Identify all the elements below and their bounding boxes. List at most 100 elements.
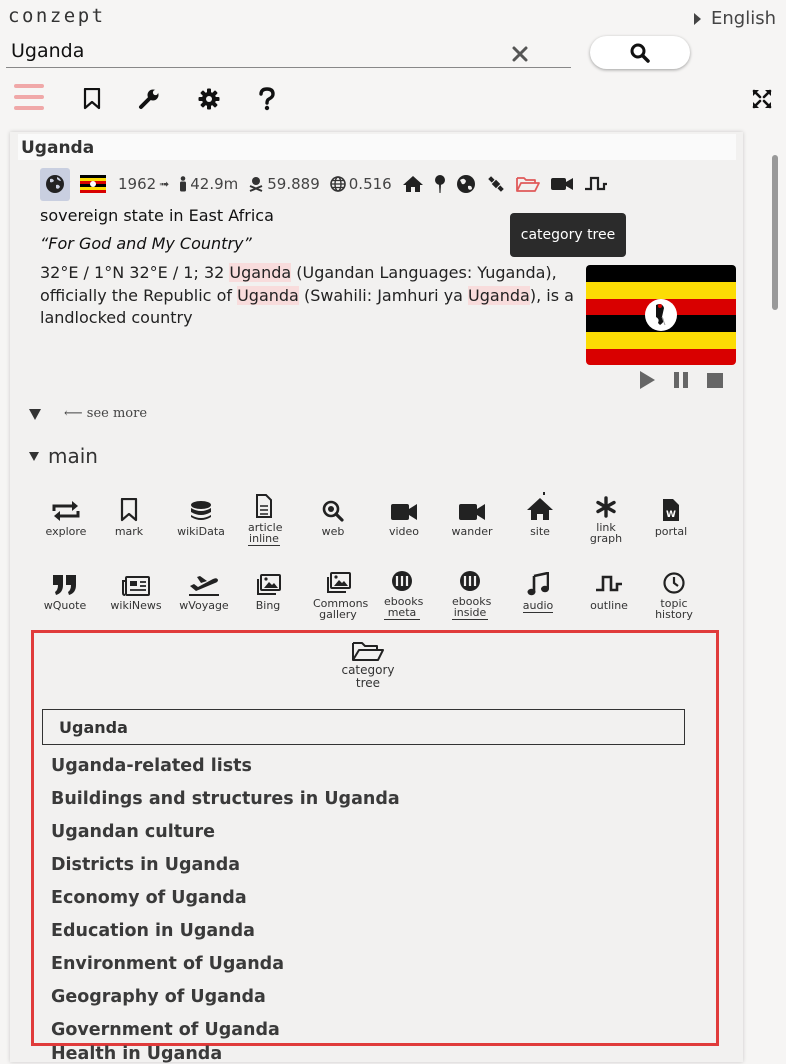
images-icon: [327, 572, 351, 593]
play-icon[interactable]: [638, 370, 656, 390]
arrow-right-icon: ➟: [159, 177, 170, 191]
archive-icon: [392, 571, 412, 591]
help-icon: [259, 87, 275, 111]
quote-icon: [53, 575, 76, 595]
asterisk-icon: [596, 496, 616, 518]
tool-link-graph[interactable]: link graph: [574, 492, 638, 544]
category-item[interactable]: Economy of Uganda: [51, 884, 400, 917]
tool-outline[interactable]: outline: [577, 566, 641, 611]
tool-bing[interactable]: Bing: [236, 566, 300, 611]
satellite-link[interactable]: [486, 174, 506, 194]
country-flag-small: [80, 175, 106, 193]
repeat-icon: [52, 501, 80, 521]
wikipedia-document-icon: W: [663, 499, 679, 521]
help-button[interactable]: [254, 86, 280, 112]
video-icon: [391, 504, 417, 520]
map-pin-link[interactable]: [434, 174, 446, 194]
category-item[interactable]: Geography of Uganda: [51, 983, 400, 1016]
category-item[interactable]: Environment of Uganda: [51, 950, 400, 983]
category-search-input[interactable]: [42, 709, 685, 745]
settings-button[interactable]: [196, 86, 222, 112]
menu-button[interactable]: [14, 82, 44, 112]
triangle-down-icon: [29, 452, 39, 461]
caret-right-icon: [694, 12, 701, 25]
tool-explore[interactable]: explore: [34, 492, 98, 537]
wrench-icon: [139, 89, 159, 109]
globe-icon: [46, 175, 64, 193]
tool-portal[interactable]: W portal: [639, 492, 703, 537]
media-controls: [638, 370, 724, 390]
home-icon: [402, 176, 423, 192]
map-pin-icon: [434, 175, 445, 193]
article-body: 32°E / 1°N 32°E / 1; 32 Uganda (Ugandan …: [40, 263, 574, 327]
tool-wander[interactable]: wander: [440, 492, 504, 537]
category-tree-header[interactable]: category tree: [333, 640, 403, 690]
pause-icon[interactable]: [672, 370, 690, 390]
database-icon: [191, 501, 211, 520]
tool-topic-history[interactable]: topic history: [642, 566, 706, 620]
tool-article-inline[interactable]: article inline: [232, 492, 296, 546]
country-flag-image[interactable]: [586, 265, 736, 365]
tool-audio[interactable]: audio: [506, 566, 570, 613]
category-item[interactable]: Districts in Uganda: [51, 851, 400, 884]
video-link[interactable]: [550, 176, 574, 192]
images-icon: [257, 574, 281, 595]
see-more-row[interactable]: ⟵ see more: [28, 406, 147, 421]
category-item[interactable]: Uganda-related lists: [51, 752, 400, 785]
tool-commons-gallery[interactable]: Commons gallery: [306, 566, 370, 620]
tool-wvoyage[interactable]: wVoyage: [172, 566, 236, 611]
search-icon: [630, 43, 650, 63]
person-icon: [180, 176, 187, 192]
home-link[interactable]: [402, 175, 424, 193]
tool-video[interactable]: video: [372, 492, 436, 537]
tools-button[interactable]: [136, 86, 162, 112]
see-more-link[interactable]: ⟵ see more: [64, 406, 147, 421]
triangle-down-icon[interactable]: [28, 407, 42, 421]
category-tree-link[interactable]: [515, 175, 540, 193]
article-description: sovereign state in East Africa: [40, 206, 274, 225]
tool-wikinews[interactable]: wikiNews: [104, 566, 168, 611]
svg-text:W: W: [666, 510, 676, 520]
hamburger-icon: [14, 84, 44, 110]
outline-link[interactable]: [584, 175, 608, 193]
app-logo[interactable]: conzept: [8, 5, 106, 27]
deaths[interactable]: 59.889: [248, 175, 320, 193]
population[interactable]: 42.9m: [179, 175, 238, 193]
founded-year[interactable]: 1962 ➟: [118, 175, 169, 193]
earth-link[interactable]: [456, 174, 476, 194]
folder-open-icon: [515, 177, 540, 192]
tool-ebooks-inside[interactable]: ebooks inside: [438, 566, 502, 620]
clear-search-button[interactable]: [510, 44, 530, 64]
document-icon: [256, 494, 272, 518]
article-motto: “For God and My Country”: [40, 234, 252, 253]
tool-wquote[interactable]: wQuote: [33, 566, 97, 611]
video-icon: [550, 178, 573, 190]
bookmark-icon: [120, 498, 138, 522]
bookmark-icon: [83, 88, 101, 110]
category-item[interactable]: Education in Uganda: [51, 917, 400, 950]
search-highlight: Uganda: [237, 285, 299, 305]
earth-icon: [456, 175, 475, 193]
section-main-toggle[interactable]: main: [28, 444, 98, 468]
scrollbar-thumb[interactable]: [772, 155, 778, 310]
archive-icon: [460, 571, 480, 591]
music-note-icon: [527, 572, 549, 596]
tool-wikidata[interactable]: wikiData: [169, 492, 233, 537]
globe-button[interactable]: [40, 167, 70, 201]
category-item-partial[interactable]: Health in Uganda: [51, 1044, 222, 1064]
stop-icon[interactable]: [706, 370, 724, 390]
category-item[interactable]: Ugandan culture: [51, 818, 400, 851]
tooltip: category tree: [510, 213, 626, 257]
waveform-icon: [596, 575, 622, 592]
tool-web[interactable]: web: [301, 492, 365, 537]
tool-ebooks-meta[interactable]: ebooks meta: [370, 566, 434, 620]
language-selector[interactable]: English: [694, 8, 776, 29]
fullscreen-button[interactable]: [749, 86, 775, 112]
category-item[interactable]: Buildings and structures in Uganda: [51, 785, 400, 818]
tool-site[interactable]: site: [508, 488, 572, 537]
tool-mark[interactable]: mark: [97, 492, 161, 537]
hdi-index[interactable]: 0.516: [329, 175, 392, 193]
search-button[interactable]: [590, 36, 690, 69]
search-input[interactable]: [6, 34, 571, 68]
bookmarks-button[interactable]: [79, 86, 105, 112]
